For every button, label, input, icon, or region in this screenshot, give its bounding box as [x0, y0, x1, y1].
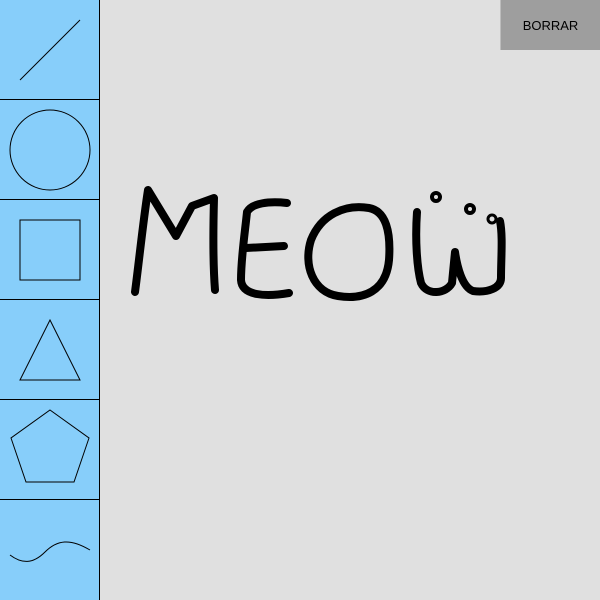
line-tool-button[interactable] — [0, 0, 100, 100]
paint-app: BORRAR — [0, 0, 600, 600]
drawing-canvas[interactable] — [101, 0, 600, 600]
stroke-letter-e — [237, 198, 293, 299]
stroke-letter-o — [304, 203, 394, 301]
pentagon-tool-button[interactable] — [0, 400, 100, 500]
stroke-dot-left — [430, 191, 442, 203]
freehand-tool-button[interactable] — [0, 500, 100, 600]
tool-sidebar — [0, 0, 100, 600]
triangle-icon — [19, 318, 81, 381]
square-tool-button[interactable] — [0, 200, 100, 300]
stroke-letter-w — [412, 208, 506, 296]
wave-icon — [9, 541, 91, 562]
line-icon — [19, 19, 81, 81]
handwritten-drawing — [131, 186, 506, 301]
stroke-dot-small — [486, 213, 498, 225]
square-icon — [19, 219, 81, 281]
stroke-letter-m — [131, 186, 219, 296]
stroke-dot-right — [464, 203, 476, 215]
pentagon-icon — [10, 409, 90, 483]
clear-button[interactable]: BORRAR — [500, 0, 600, 50]
circle-tool-button[interactable] — [0, 100, 100, 200]
triangle-tool-button[interactable] — [0, 300, 100, 400]
circle-icon — [9, 109, 91, 191]
